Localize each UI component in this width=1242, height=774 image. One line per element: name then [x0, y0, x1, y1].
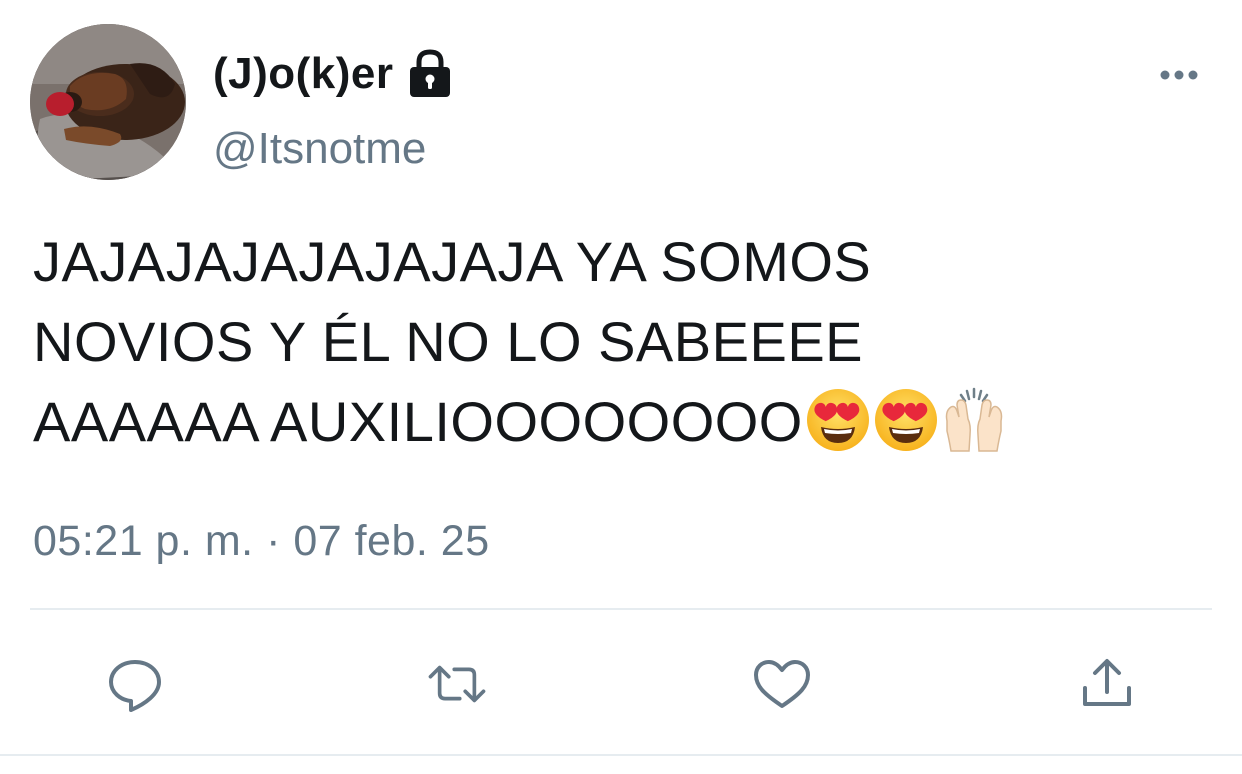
more-options-button[interactable]: [1152, 56, 1206, 94]
emoji-row: [805, 387, 1009, 453]
like-button[interactable]: [750, 652, 814, 716]
retweet-icon: [428, 665, 486, 703]
avatar[interactable]: [30, 24, 186, 180]
lock-icon: [404, 48, 456, 100]
heart-eyes-emoji: [874, 389, 937, 452]
tweet-timestamp[interactable]: 05:21 p. m. · 07 feb. 25: [33, 517, 490, 566]
display-name-row: (J)o(k)er: [213, 44, 456, 104]
retweet-button[interactable]: [425, 652, 489, 716]
divider: [30, 608, 1212, 610]
user-handle[interactable]: @Itsnotme: [213, 124, 426, 174]
tweet-card: (J)o(k)er @Itsnotme JAJAJAJAJAJAJAJA YA …: [0, 0, 1242, 774]
raising-hands-emoji: [945, 387, 1003, 452]
tweet-text-line: AAAAAA AUXILIOOOOOOOO: [33, 390, 803, 453]
share-icon: [1083, 659, 1131, 706]
heart-eyes-emoji: [806, 389, 869, 452]
tweet-text-line: JAJAJAJAJAJAJAJA YA SOMOS: [33, 230, 872, 293]
tweet-text-line-last: AAAAAA AUXILIOOOOOOOO: [33, 382, 1213, 462]
bottom-divider: [0, 754, 1242, 756]
share-button[interactable]: [1075, 652, 1139, 716]
avatar-image: [30, 24, 186, 180]
reply-icon: [109, 660, 161, 712]
heart-icon: [754, 660, 810, 708]
more-dots-icon: [1160, 70, 1198, 80]
reply-button[interactable]: [103, 652, 167, 716]
tweet-text: JAJAJAJAJAJAJAJA YA SOMOS NOVIOS Y ÉL NO…: [33, 222, 1213, 462]
tweet-text-line: NOVIOS Y ÉL NO LO SABEEEE: [33, 310, 864, 373]
display-name[interactable]: (J)o(k)er: [213, 49, 394, 99]
